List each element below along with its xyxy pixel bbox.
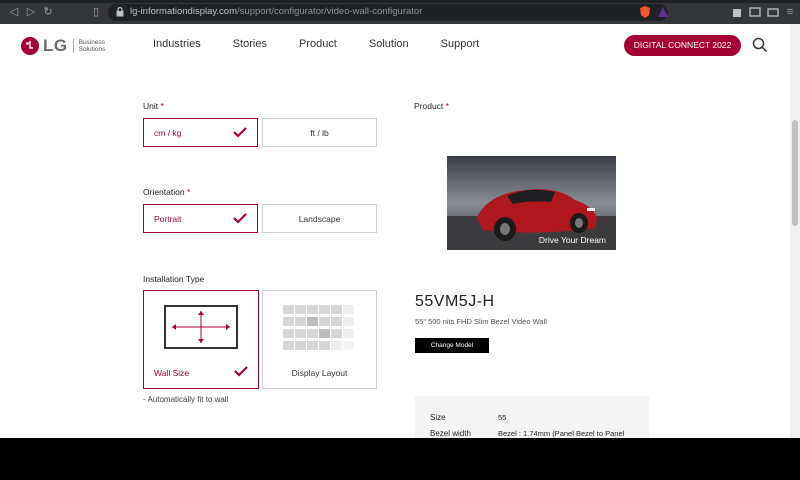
- unit-option-metric-label: cm / kg: [154, 127, 182, 138]
- logo-subtitle: Business Solutions: [72, 39, 105, 53]
- image-caption: Drive Your Dream: [538, 235, 606, 245]
- scrollbar-thumb[interactable]: [792, 120, 798, 226]
- menu-icon[interactable]: ≡: [784, 6, 796, 18]
- digital-connect-button[interactable]: DIGITAL CONNECT 2022: [624, 35, 741, 56]
- forward-icon[interactable]: ▷: [25, 6, 37, 18]
- installation-option-wall-size[interactable]: Wall Size: [143, 290, 259, 389]
- url-path: /support/configurator/video-wall-configu…: [237, 6, 423, 17]
- nav-support[interactable]: Support: [441, 38, 480, 50]
- check-icon: [233, 213, 247, 224]
- spec-value: 55: [498, 413, 507, 422]
- model-name: 55VM5J-H: [415, 293, 495, 310]
- logo-text: LG: [43, 36, 68, 55]
- orientation-portrait-label: Portrait: [154, 213, 182, 224]
- check-icon: [234, 366, 248, 377]
- unit-option-imperial[interactable]: ft / lb: [262, 118, 377, 147]
- lg-logo-mark: [21, 37, 39, 55]
- wall-size-icon: [164, 305, 238, 349]
- product-image: Drive Your Dream: [447, 156, 616, 250]
- installation-type-label: Installation Type: [143, 274, 205, 284]
- url-host: lg-informationdisplay.com: [130, 6, 238, 17]
- web-page: LG Business Solutions Industries Stories …: [0, 24, 790, 438]
- lg-logo[interactable]: LG Business Solutions: [21, 35, 105, 57]
- spec-table: Size 55 Bezel width Bezel : 1.74mm (Pane…: [415, 396, 649, 438]
- page-scrollbar[interactable]: [790, 24, 800, 438]
- wallet-icon[interactable]: [766, 5, 780, 19]
- nav-industries[interactable]: Industries: [153, 38, 201, 50]
- installation-option-display-layout[interactable]: Display Layout: [262, 290, 377, 389]
- product-label: Product *: [414, 101, 449, 111]
- taskbar-area: [0, 438, 800, 480]
- spec-key: Size: [430, 413, 446, 422]
- orientation-label: Orientation *: [143, 187, 191, 197]
- check-icon: [233, 127, 247, 138]
- display-layout-label: Display Layout: [291, 368, 348, 378]
- unit-option-metric[interactable]: cm / kg: [143, 118, 258, 147]
- back-icon[interactable]: ◁: [8, 6, 20, 18]
- spec-value: Bezel : 1.74mm (Panel Bezel to Panel: [498, 429, 625, 438]
- nav-solution[interactable]: Solution: [369, 38, 409, 50]
- orientation-landscape-label: Landscape: [298, 213, 341, 224]
- orientation-option-portrait[interactable]: Portrait: [143, 204, 258, 233]
- extensions-icon[interactable]: [730, 5, 744, 19]
- brave-shield-icon[interactable]: [638, 5, 652, 19]
- sidebar-icon[interactable]: [748, 5, 762, 19]
- main-nav: Industries Stories Product Solution Supp…: [153, 38, 511, 50]
- nav-product[interactable]: Product: [299, 38, 337, 50]
- display-layout-icon: [283, 305, 354, 350]
- search-icon[interactable]: [752, 37, 768, 53]
- model-description: 55" 500 nits FHD Slim Bezel Video Wall: [415, 317, 547, 326]
- brave-rewards-icon[interactable]: [656, 5, 670, 19]
- nav-stories[interactable]: Stories: [233, 38, 267, 50]
- wall-size-label: Wall Size: [154, 368, 190, 378]
- orientation-option-landscape[interactable]: Landscape: [262, 204, 377, 233]
- unit-label: Unit *: [143, 101, 164, 111]
- installation-note: - Automatically fit to wall: [143, 395, 229, 404]
- bookmark-icon[interactable]: ▯: [90, 6, 102, 18]
- reload-icon[interactable]: ↻: [42, 6, 54, 18]
- change-model-button[interactable]: Change Model: [415, 338, 489, 353]
- lock-icon: [116, 7, 124, 17]
- tab-strip: [0, 0, 800, 3]
- spec-key: Bezel width: [430, 429, 471, 438]
- site-header: LG Business Solutions Industries Stories …: [0, 24, 790, 68]
- address-bar[interactable]: lg-informationdisplay.com/support/config…: [108, 4, 668, 21]
- unit-option-imperial-label: ft / lb: [310, 127, 329, 138]
- browser-toolbar: ◁ ▷ ↻ ▯ lg-informationdisplay.com/suppor…: [0, 0, 800, 24]
